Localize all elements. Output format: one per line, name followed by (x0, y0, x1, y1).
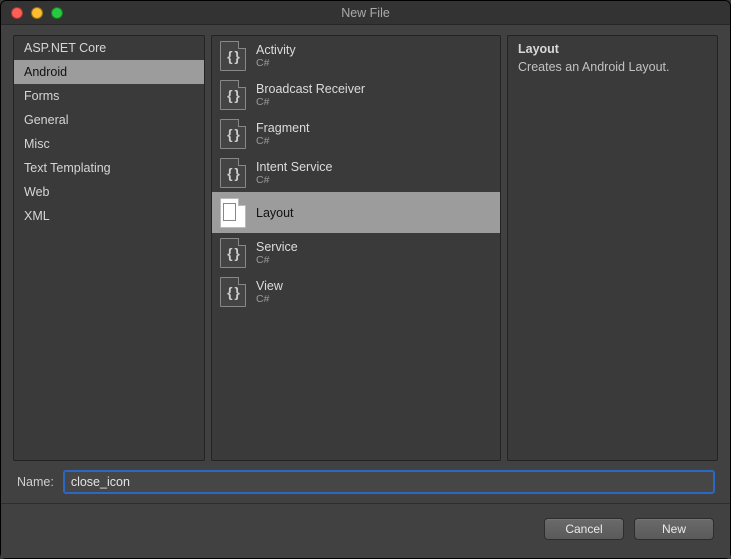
category-label: Web (24, 185, 49, 199)
category-label: XML (24, 209, 50, 223)
button-row: Cancel New (1, 503, 730, 558)
template-sublabel: C# (256, 293, 283, 305)
category-label: Forms (24, 89, 59, 103)
template-label: View (256, 279, 283, 293)
category-label: General (24, 113, 68, 127)
code-file-icon: { } (220, 277, 246, 307)
category-label: ASP.NET Core (24, 41, 106, 55)
template-item[interactable]: { } ViewC# (212, 272, 500, 311)
template-item[interactable]: Layout (212, 192, 500, 233)
category-item[interactable]: Misc (14, 132, 204, 156)
template-label: Activity (256, 43, 296, 57)
category-item[interactable]: Forms (14, 84, 204, 108)
category-label: Misc (24, 137, 50, 151)
template-sublabel: C# (256, 96, 365, 108)
close-icon[interactable] (11, 7, 23, 19)
category-label: Text Templating (24, 161, 111, 175)
category-item[interactable]: Text Templating (14, 156, 204, 180)
template-item[interactable]: { } FragmentC# (212, 114, 500, 153)
template-sublabel: C# (256, 135, 310, 147)
category-item[interactable]: ASP.NET Core (14, 36, 204, 60)
zoom-icon[interactable] (51, 7, 63, 19)
category-panel: ASP.NET Core Android Forms General Misc Text … (13, 35, 205, 461)
layout-file-icon (220, 198, 246, 228)
template-label: Intent Service (256, 160, 332, 174)
code-file-icon: { } (220, 80, 246, 110)
template-item[interactable]: { } Broadcast ReceiverC# (212, 75, 500, 114)
category-item[interactable]: Web (14, 180, 204, 204)
template-sublabel: C# (256, 174, 332, 186)
code-file-icon: { } (220, 41, 246, 71)
cancel-button[interactable]: Cancel (544, 518, 624, 540)
template-sublabel: C# (256, 254, 298, 266)
description-panel: Layout Creates an Android Layout. (507, 35, 718, 461)
template-panel: { }ActivityC#{ }Broadcast ReceiverC#{ }F… (211, 35, 501, 461)
description-body: Creates an Android Layout. (518, 60, 707, 74)
category-item[interactable]: General (14, 108, 204, 132)
name-row: Name: (1, 467, 730, 503)
code-file-icon: { } (220, 119, 246, 149)
template-label: Layout (256, 206, 294, 220)
template-label: Fragment (256, 121, 310, 135)
window-title: New File (1, 6, 730, 20)
template-item[interactable]: { } ServiceC# (212, 233, 500, 272)
category-label: Android (24, 65, 67, 79)
category-item[interactable]: XML (14, 204, 204, 228)
titlebar: New File (1, 1, 730, 25)
minimize-icon[interactable] (31, 7, 43, 19)
template-label: Service (256, 240, 298, 254)
category-item[interactable]: Android (14, 60, 204, 84)
new-button[interactable]: New (634, 518, 714, 540)
template-item[interactable]: { } ActivityC# (212, 36, 500, 75)
code-file-icon: { } (220, 238, 246, 268)
code-file-icon: { } (220, 158, 246, 188)
template-label: Broadcast Receiver (256, 82, 365, 96)
template-sublabel: C# (256, 57, 296, 69)
name-input[interactable] (64, 471, 714, 493)
template-item[interactable]: { } Intent ServiceC# (212, 153, 500, 192)
description-title: Layout (518, 42, 707, 56)
name-label: Name: (17, 475, 54, 489)
